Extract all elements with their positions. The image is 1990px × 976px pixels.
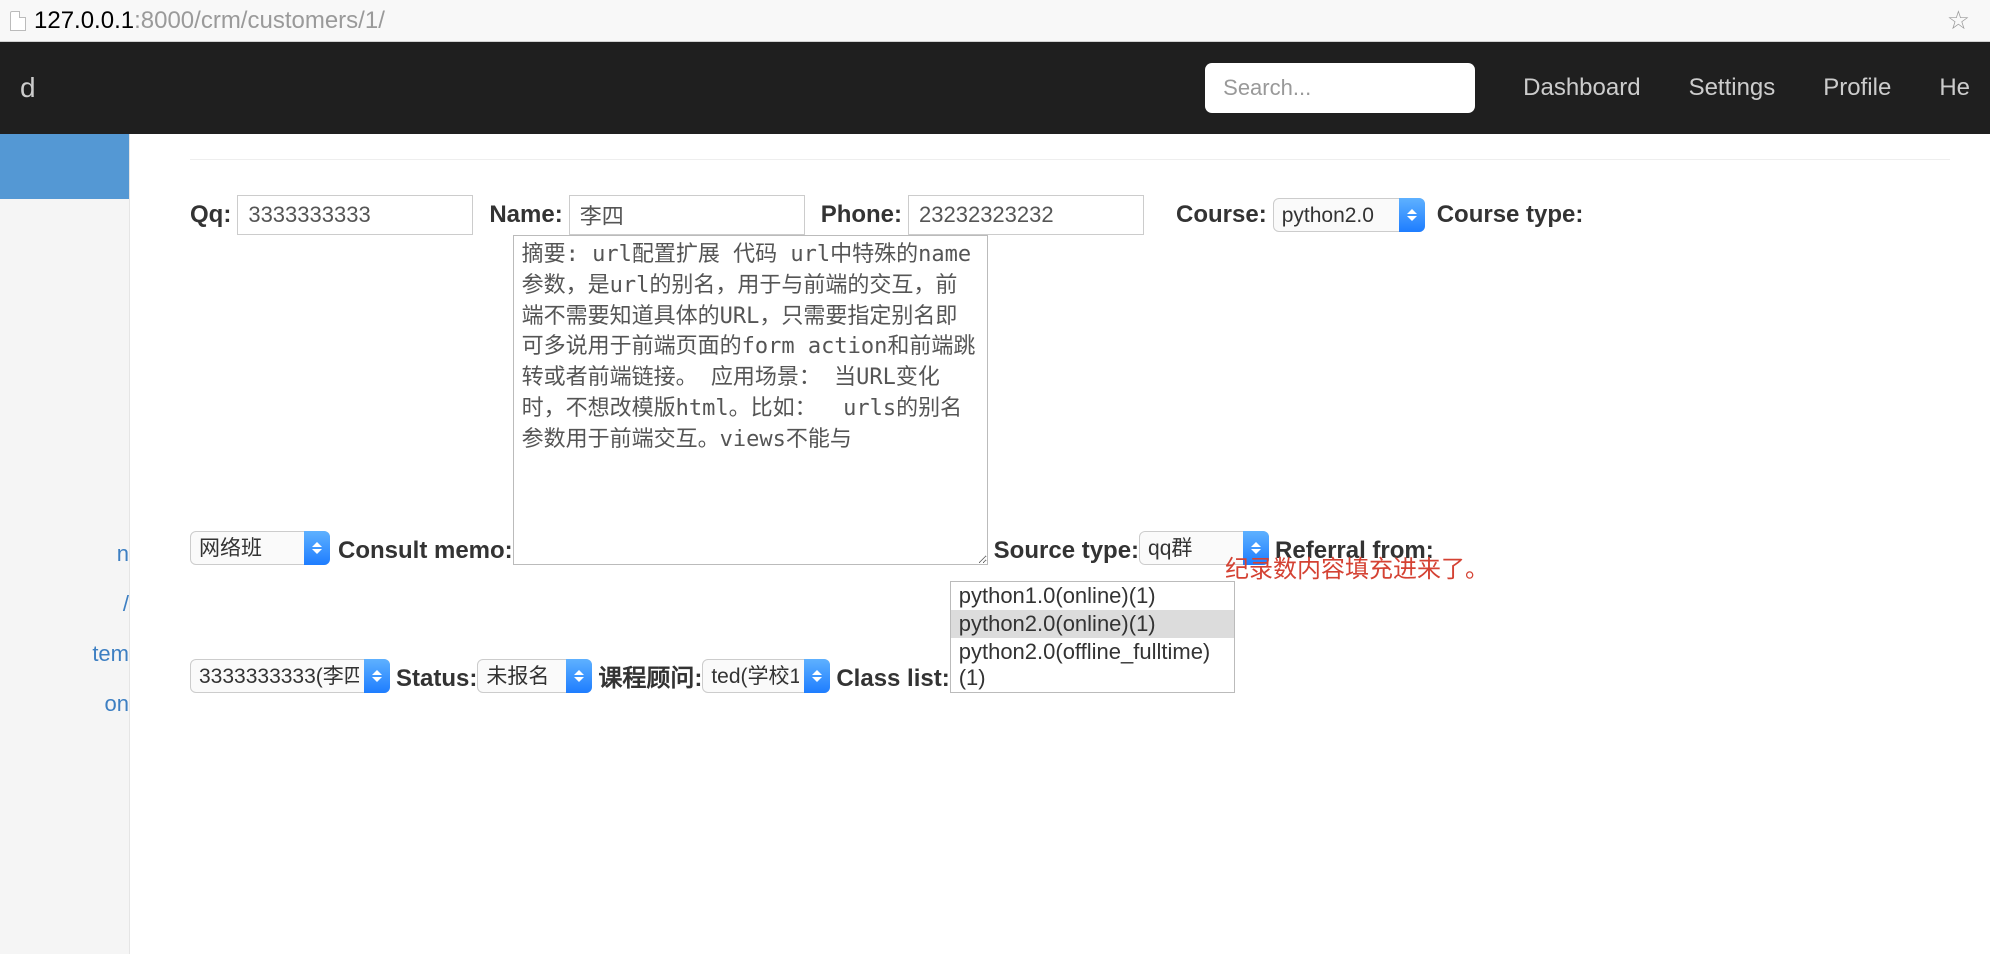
consult-memo-textarea[interactable] xyxy=(513,235,988,565)
note-text: 纪录数内容填充进来了。 xyxy=(1225,549,1489,584)
list-item[interactable]: python1.0(online)(1) xyxy=(951,582,1234,610)
consult-memo-label: Consult memo: xyxy=(338,537,513,565)
class-list-label: Class list: xyxy=(836,665,949,693)
page-favicon-icon xyxy=(10,11,26,31)
phone-input[interactable] xyxy=(908,195,1144,235)
consultant-label: 课程顾问: xyxy=(598,658,702,693)
list-item[interactable]: python2.0(offline_fulltime)(1) xyxy=(951,638,1234,692)
nav-link-dashboard[interactable]: Dashboard xyxy=(1523,74,1640,102)
status-select[interactable]: 未报名 xyxy=(477,659,592,693)
url-host: 127.0.0.1 xyxy=(34,7,134,34)
class-list-box[interactable]: python1.0(online)(1) python2.0(online)(1… xyxy=(950,581,1235,693)
nav-link-help[interactable]: He xyxy=(1939,74,1970,102)
qq-label: Qq: xyxy=(190,201,231,229)
name-input[interactable] xyxy=(569,195,805,235)
browser-url-bar[interactable]: 127.0.0.1:8000/crm/customers/1/ ☆ xyxy=(0,0,1990,42)
url-text[interactable]: 127.0.0.1:8000/crm/customers/1/ xyxy=(34,7,385,35)
course-label: Course: xyxy=(1176,201,1267,229)
name-label: Name: xyxy=(489,201,562,229)
nav-link-settings[interactable]: Settings xyxy=(1689,74,1776,102)
course-type-select[interactable]: 网络班 xyxy=(190,531,330,565)
status-label: Status: xyxy=(396,665,477,693)
consultant-select[interactable]: ted(学校1) xyxy=(702,659,830,693)
sidebar-item[interactable]: tem xyxy=(0,629,129,679)
sidebar: n / tem on xyxy=(0,134,130,954)
main-form: Qq: Name: Phone: Course: python2.0 Cours… xyxy=(130,134,1990,954)
source-type-label: Source type: xyxy=(994,537,1139,565)
search-input[interactable] xyxy=(1205,63,1475,113)
referral-from-select[interactable]: 3333333333(李四) xyxy=(190,659,390,693)
sidebar-item-active[interactable] xyxy=(0,134,129,199)
nav-link-profile[interactable]: Profile xyxy=(1823,74,1891,102)
phone-label: Phone: xyxy=(821,201,902,229)
divider xyxy=(190,159,1950,160)
list-item[interactable]: python2.0(online)(1) xyxy=(951,610,1234,638)
course-type-label: Course type: xyxy=(1437,201,1584,229)
qq-input[interactable] xyxy=(237,195,473,235)
navbar-right: Dashboard Settings Profile He xyxy=(1205,63,1970,113)
navbar-brand[interactable]: d xyxy=(20,72,36,104)
sidebar-item[interactable]: n xyxy=(0,529,129,579)
course-select[interactable]: python2.0 xyxy=(1273,198,1425,232)
sidebar-item[interactable]: / xyxy=(0,579,129,629)
url-port: :8000 xyxy=(134,7,194,34)
top-navbar: d Dashboard Settings Profile He xyxy=(0,42,1990,134)
sidebar-item[interactable]: on xyxy=(0,679,129,729)
url-path: /crm/customers/1/ xyxy=(194,7,385,34)
bookmark-star-icon[interactable]: ☆ xyxy=(1937,5,1980,36)
